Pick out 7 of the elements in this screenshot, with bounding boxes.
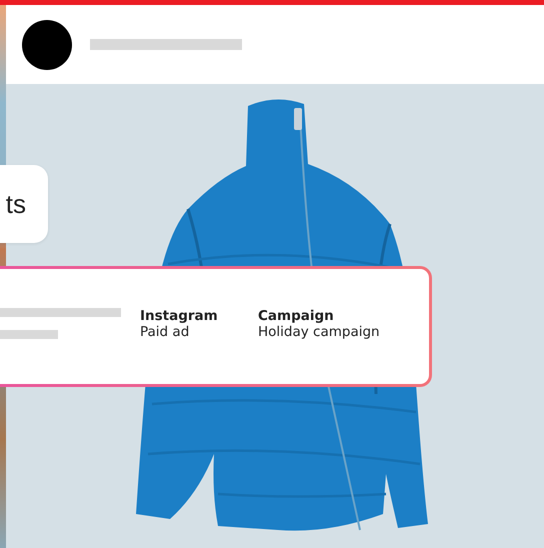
field-value: Holiday campaign: [258, 324, 376, 340]
field-label: Campaign: [258, 308, 335, 324]
text-placeholder: [0, 330, 58, 339]
avatar: [22, 20, 72, 70]
field-value: Paid ad: [140, 324, 190, 340]
field-label: Instagram: [140, 308, 219, 324]
label-text: ts: [6, 188, 26, 220]
